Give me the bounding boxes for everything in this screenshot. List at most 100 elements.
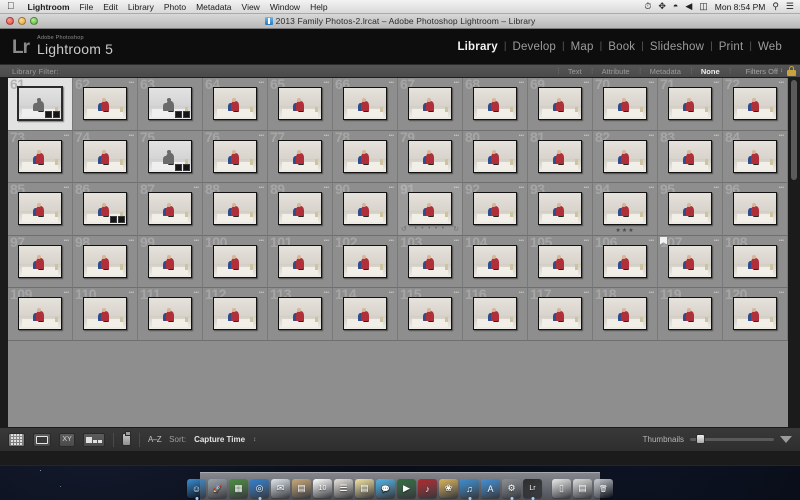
grid-cell[interactable]: 102 •••: [333, 235, 398, 288]
photo-thumbnail[interactable]: [408, 192, 452, 226]
thumbnail-size-slider[interactable]: [690, 434, 774, 444]
photo-thumbnail[interactable]: [603, 139, 647, 173]
panel-toggle-triangle-icon[interactable]: [780, 436, 792, 443]
dock-item-contacts[interactable]: ▤: [292, 479, 311, 498]
grid-cell[interactable]: 84 •••: [723, 130, 788, 183]
grid-cell[interactable]: 75: [138, 130, 203, 183]
slider-knob[interactable]: [696, 434, 705, 444]
grid-cell[interactable]: 65 •••: [268, 78, 333, 131]
menu-app-name[interactable]: Lightroom: [23, 2, 75, 12]
lock-icon[interactable]: [787, 66, 796, 76]
grid-cell[interactable]: 79 •••: [398, 130, 463, 183]
sort-direction-icon[interactable]: A–Z: [148, 435, 162, 444]
grid-cell[interactable]: 87 •••: [138, 182, 203, 236]
grid-cell[interactable]: 77 •••: [268, 130, 333, 183]
photo-thumbnail[interactable]: [408, 87, 452, 121]
photo-thumbnail[interactable]: [668, 139, 712, 173]
photo-thumbnail[interactable]: [343, 192, 387, 226]
grid-cell[interactable]: 116 •••: [463, 287, 528, 341]
menu-item-library[interactable]: Library: [123, 2, 159, 12]
grid-cell[interactable]: 88 •••: [203, 182, 268, 236]
grid-cell[interactable]: 64 •••: [203, 78, 268, 131]
grid-cell[interactable]: 63: [138, 78, 203, 131]
photo-thumbnail[interactable]: [733, 244, 777, 278]
grid-cell[interactable]: 90 •••: [333, 182, 398, 236]
photo-thumbnail[interactable]: [17, 86, 63, 122]
photo-thumbnail[interactable]: [343, 139, 387, 173]
photo-thumbnail[interactable]: [668, 192, 712, 226]
photo-thumbnail[interactable]: [18, 297, 62, 331]
photo-thumbnail[interactable]: [278, 192, 322, 226]
filter-option-none[interactable]: None: [697, 67, 724, 76]
dock-item-app-store-mission[interactable]: ▦: [229, 479, 248, 498]
photo-thumbnail[interactable]: [213, 192, 257, 226]
grid-cell[interactable]: 110 •••: [73, 287, 138, 341]
photo-thumbnail[interactable]: [343, 87, 387, 121]
photo-thumbnail[interactable]: [603, 244, 647, 278]
right-panel-edge[interactable]: [788, 78, 800, 427]
dock-item-documents-stack[interactable]: ▯: [552, 479, 571, 498]
grid-cell[interactable]: 82 •••: [593, 130, 658, 183]
photo-thumbnail[interactable]: [83, 139, 127, 173]
photo-thumbnail[interactable]: [668, 87, 712, 121]
photo-thumbnail[interactable]: [18, 139, 62, 173]
grid-cell[interactable]: 68 •••: [463, 78, 528, 131]
grid-cell[interactable]: 119 •••: [658, 287, 723, 341]
dock-item-finder[interactable]: ☺: [187, 479, 206, 500]
photo-thumbnail[interactable]: [733, 192, 777, 226]
grid-cell[interactable]: 109 •••: [8, 287, 73, 341]
notification-center-icon[interactable]: ☰: [786, 2, 794, 11]
photo-thumbnail[interactable]: [278, 244, 322, 278]
photo-thumbnail[interactable]: [538, 297, 582, 331]
photo-thumbnail[interactable]: [213, 244, 257, 278]
grid-cell[interactable]: 99 •••: [138, 235, 203, 288]
compare-view-button[interactable]: XY: [59, 432, 75, 447]
grid-cell[interactable]: 62 •••: [73, 78, 138, 131]
loupe-view-button[interactable]: [33, 432, 51, 447]
photo-thumbnail[interactable]: [83, 244, 127, 278]
battery-icon[interactable]: ◫: [699, 2, 708, 11]
photo-thumbnail[interactable]: [83, 192, 127, 226]
grid-cell[interactable]: 61: [8, 78, 73, 131]
filters-state-label[interactable]: Filters Off: [736, 67, 780, 76]
grid-cell[interactable]: 76 •••: [203, 130, 268, 183]
grid-cell[interactable]: 97 •••: [8, 235, 73, 288]
photo-thumbnail[interactable]: [148, 87, 192, 121]
photo-thumbnail[interactable]: [733, 87, 777, 121]
grid-cell[interactable]: 96 •••: [723, 182, 788, 236]
photo-thumbnail[interactable]: [408, 139, 452, 173]
volume-icon[interactable]: ◀: [685, 2, 692, 11]
search-icon[interactable]: ⚲: [772, 2, 779, 11]
filters-state-caret[interactable]: ↕: [780, 68, 783, 74]
grid-cell[interactable]: 70 •••: [593, 78, 658, 131]
spray-can-icon[interactable]: [122, 431, 131, 446]
module-develop[interactable]: Develop: [506, 41, 562, 53]
grid-cell[interactable]: 92 •••: [463, 182, 528, 236]
grid-cell[interactable]: 85 •••: [8, 182, 73, 236]
grid-cell[interactable]: 78 •••: [333, 130, 398, 183]
grid-cell[interactable]: 107 •••: [658, 235, 723, 288]
photo-thumbnail[interactable]: [278, 297, 322, 331]
clock-icon[interactable]: ⏱: [644, 2, 651, 11]
photo-thumbnail[interactable]: [538, 192, 582, 226]
photo-thumbnail[interactable]: [148, 192, 192, 226]
photo-thumbnail[interactable]: [278, 139, 322, 173]
rating-dots[interactable]: • • • • •: [415, 226, 446, 232]
bluetooth-icon[interactable]: ✥: [658, 2, 666, 11]
grid-cell[interactable]: 81 •••: [528, 130, 593, 183]
identity-plate[interactable]: Lr Adobe Photoshop Lightroom 5: [0, 35, 113, 57]
grid-cell[interactable]: 108 •••: [723, 235, 788, 288]
grid-cell[interactable]: 120 •••: [723, 287, 788, 341]
grid-cell[interactable]: 67 •••: [398, 78, 463, 131]
sort-caret-icon[interactable]: ↕: [253, 437, 256, 443]
grid-cell[interactable]: 80 •••: [463, 130, 528, 183]
photo-thumbnail[interactable]: [538, 244, 582, 278]
photo-thumbnail[interactable]: [408, 297, 452, 331]
menu-item-edit[interactable]: Edit: [98, 2, 123, 12]
photo-thumbnail[interactable]: [18, 244, 62, 278]
grid-cell[interactable]: 112 •••: [203, 287, 268, 341]
photo-thumbnail[interactable]: [538, 87, 582, 121]
pick-flag-icon[interactable]: [660, 236, 667, 245]
dock-item-mail[interactable]: ✉: [271, 479, 290, 498]
grid-cell[interactable]: 115 •••: [398, 287, 463, 341]
